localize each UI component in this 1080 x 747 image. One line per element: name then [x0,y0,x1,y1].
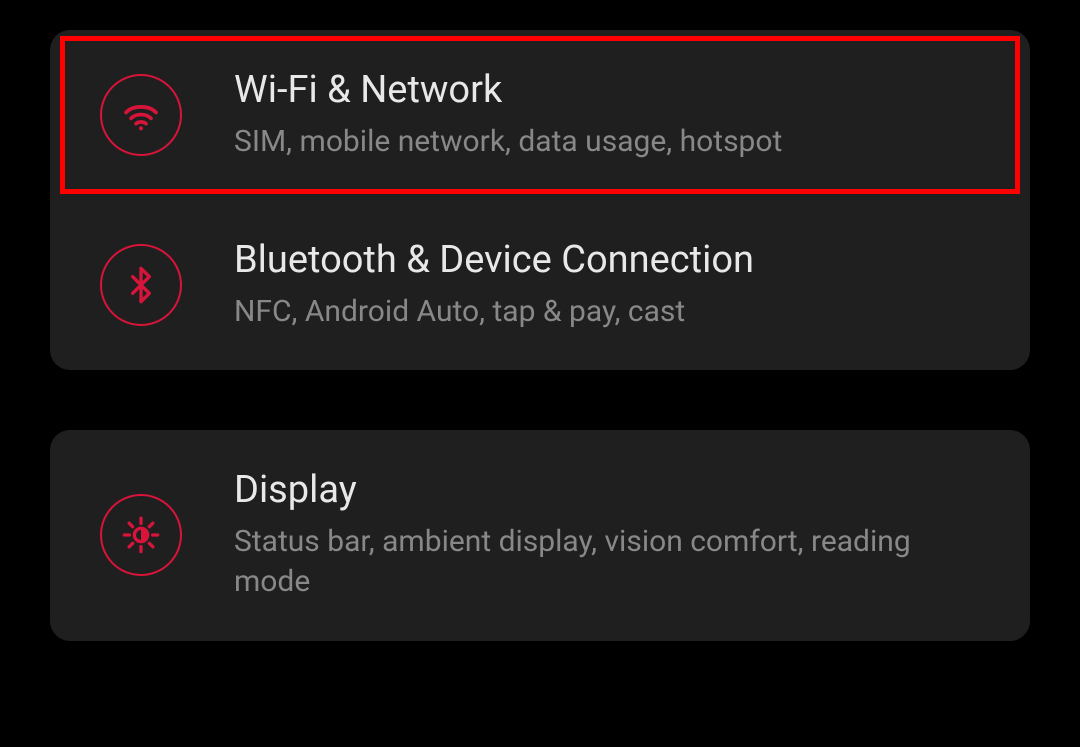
bluetooth-icon [100,244,182,326]
item-text-container: Display Status bar, ambient display, vis… [234,468,980,603]
item-text-container: Wi-Fi & Network SIM, mobile network, dat… [234,68,980,162]
wifi-icon [100,74,182,156]
display-icon [100,494,182,576]
item-title: Wi-Fi & Network [234,68,980,114]
item-title: Bluetooth & Device Connection [234,238,980,284]
settings-card-display: Display Status bar, ambient display, vis… [50,430,1030,641]
settings-card-network: Wi-Fi & Network SIM, mobile network, dat… [50,30,1030,370]
item-title: Display [234,468,980,514]
item-text-container: Bluetooth & Device Connection NFC, Andro… [234,238,980,332]
item-subtitle: SIM, mobile network, data usage, hotspot [234,122,980,163]
item-subtitle: Status bar, ambient display, vision comf… [234,522,980,603]
settings-item-bluetooth[interactable]: Bluetooth & Device Connection NFC, Andro… [50,200,1030,370]
item-subtitle: NFC, Android Auto, tap & pay, cast [234,292,980,333]
settings-item-display[interactable]: Display Status bar, ambient display, vis… [50,430,1030,641]
settings-item-wifi-network[interactable]: Wi-Fi & Network SIM, mobile network, dat… [50,30,1030,200]
